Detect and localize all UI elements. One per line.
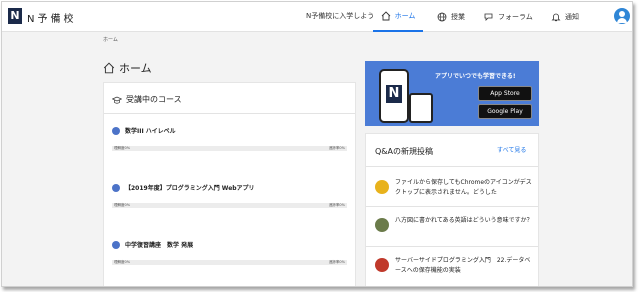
page-title-text: ホーム [119,62,152,75]
divider [366,206,538,207]
course-progress-bar: 理解度0% 進捗率0% [112,146,347,151]
course-card-heading: 受講中のコース [112,94,182,105]
course-title[interactable]: 中学復習講座 数学 発展 [125,240,193,249]
divider [104,113,355,114]
course-icon [112,240,120,249]
qa-see-all-link[interactable]: すべて見る [497,145,526,154]
nav-home[interactable]: ホーム [373,2,423,32]
graduation-cap-icon [112,96,122,104]
home-icon [381,11,390,21]
qa-item-text[interactable]: ファイルから保存してもChromeのアイコンがデスクトップに表示されません。どう… [395,178,533,198]
progress-rate: 進捗率0% [328,203,345,207]
understanding-rate: 理解度0% [114,203,131,207]
app-logo: N [386,85,402,103]
qa-item-text[interactable]: 八方図に書かれてある英語はどういう意味ですか？ [395,216,533,226]
qa-item-text[interactable]: サーバーサイドプログラミング入門 22.データベースへの保存機能の実装 [395,256,533,276]
avatar [375,180,389,194]
nav-notifications[interactable]: 通知 [551,2,579,32]
logo-text[interactable]: N予備校 [27,10,76,25]
course-icon [112,126,120,135]
course-card-title: 受講中のコース [126,95,182,104]
promo-text: アプリでいつでも学習できる! [435,73,516,80]
chat-icon [484,13,493,21]
course-progress-bar: 理解度0% 進捗率0% [112,260,347,265]
understanding-rate: 理解度0% [114,260,131,264]
course-item[interactable]: 数学III ハイレベル 理解度0% 進捗率0% [112,126,347,151]
course-item[interactable]: 中学復習講座 数学 発展 理解度0% 進捗率0% [112,240,347,265]
qa-list-item[interactable]: 八方図に書かれてある英語はどういう意味ですか？ [375,216,533,232]
course-progress-bar: 理解度0% 進捗率0% [112,203,347,208]
qa-list-item[interactable]: ファイルから保存してもChromeのアイコンがデスクトップに表示されません。どう… [375,178,533,198]
globe-icon [437,12,447,22]
page-title: ホーム [103,60,152,76]
divider [366,166,538,167]
understanding-rate: 理解度0% [114,146,131,150]
course-item[interactable]: 【2019年度】プログラミング入門 Webアプリ 理解度0% 進捗率0% [112,183,347,208]
avatar [375,258,389,272]
google-play-button[interactable]: Google Play [478,104,532,119]
progress-rate: 進捗率0% [328,146,345,150]
phone-illustration: N [379,69,409,123]
course-title[interactable]: 数学III ハイレベル [125,126,176,135]
app-window: N N予備校 N予備校に入学しよう ホーム 授業 フォーラム 通知 ホーム ホー… [1,1,633,287]
qa-card: Q&Aの新規投稿 すべて見る ファイルから保存してもChromeのアイコンがデス… [365,133,539,286]
logo-mark[interactable]: N [8,8,22,24]
nav-classes[interactable]: 授業 [437,2,465,32]
bell-icon [551,13,561,22]
progress-rate: 進捗率0% [328,260,345,264]
course-title[interactable]: 【2019年度】プログラミング入門 Webアプリ [125,183,255,192]
app-promo-banner[interactable]: N アプリでいつでも学習できる! App Store Google Play [365,61,539,126]
nav-forum-label: フォーラム [498,13,533,21]
divider [366,246,538,247]
nav-classes-label: 授業 [451,13,465,21]
nav-home-label: ホーム [394,12,416,20]
qa-title: Q&Aの新規投稿 [375,147,434,156]
breadcrumb[interactable]: ホーム [103,36,118,43]
course-icon [112,183,120,192]
user-avatar[interactable] [614,8,630,24]
home-icon [103,62,115,74]
qa-list-item[interactable]: サーバーサイドプログラミング入門 22.データベースへの保存機能の実装 [375,256,533,276]
join-link[interactable]: N予備校に入学しよう [306,11,374,21]
nav-notifications-label: 通知 [565,13,579,21]
nav-forum[interactable]: フォーラム [484,2,533,32]
app-store-button[interactable]: App Store [478,86,532,101]
avatar [375,218,389,232]
course-card: 受講中のコース 数学III ハイレベル 理解度0% 進捗率0% 【2019年度】… [103,82,356,286]
app-store-label: App Store [490,90,520,97]
phone-illustration [409,93,433,123]
top-header: N N予備校 N予備校に入学しよう ホーム 授業 フォーラム 通知 [2,2,632,32]
google-play-label: Google Play [487,108,523,115]
